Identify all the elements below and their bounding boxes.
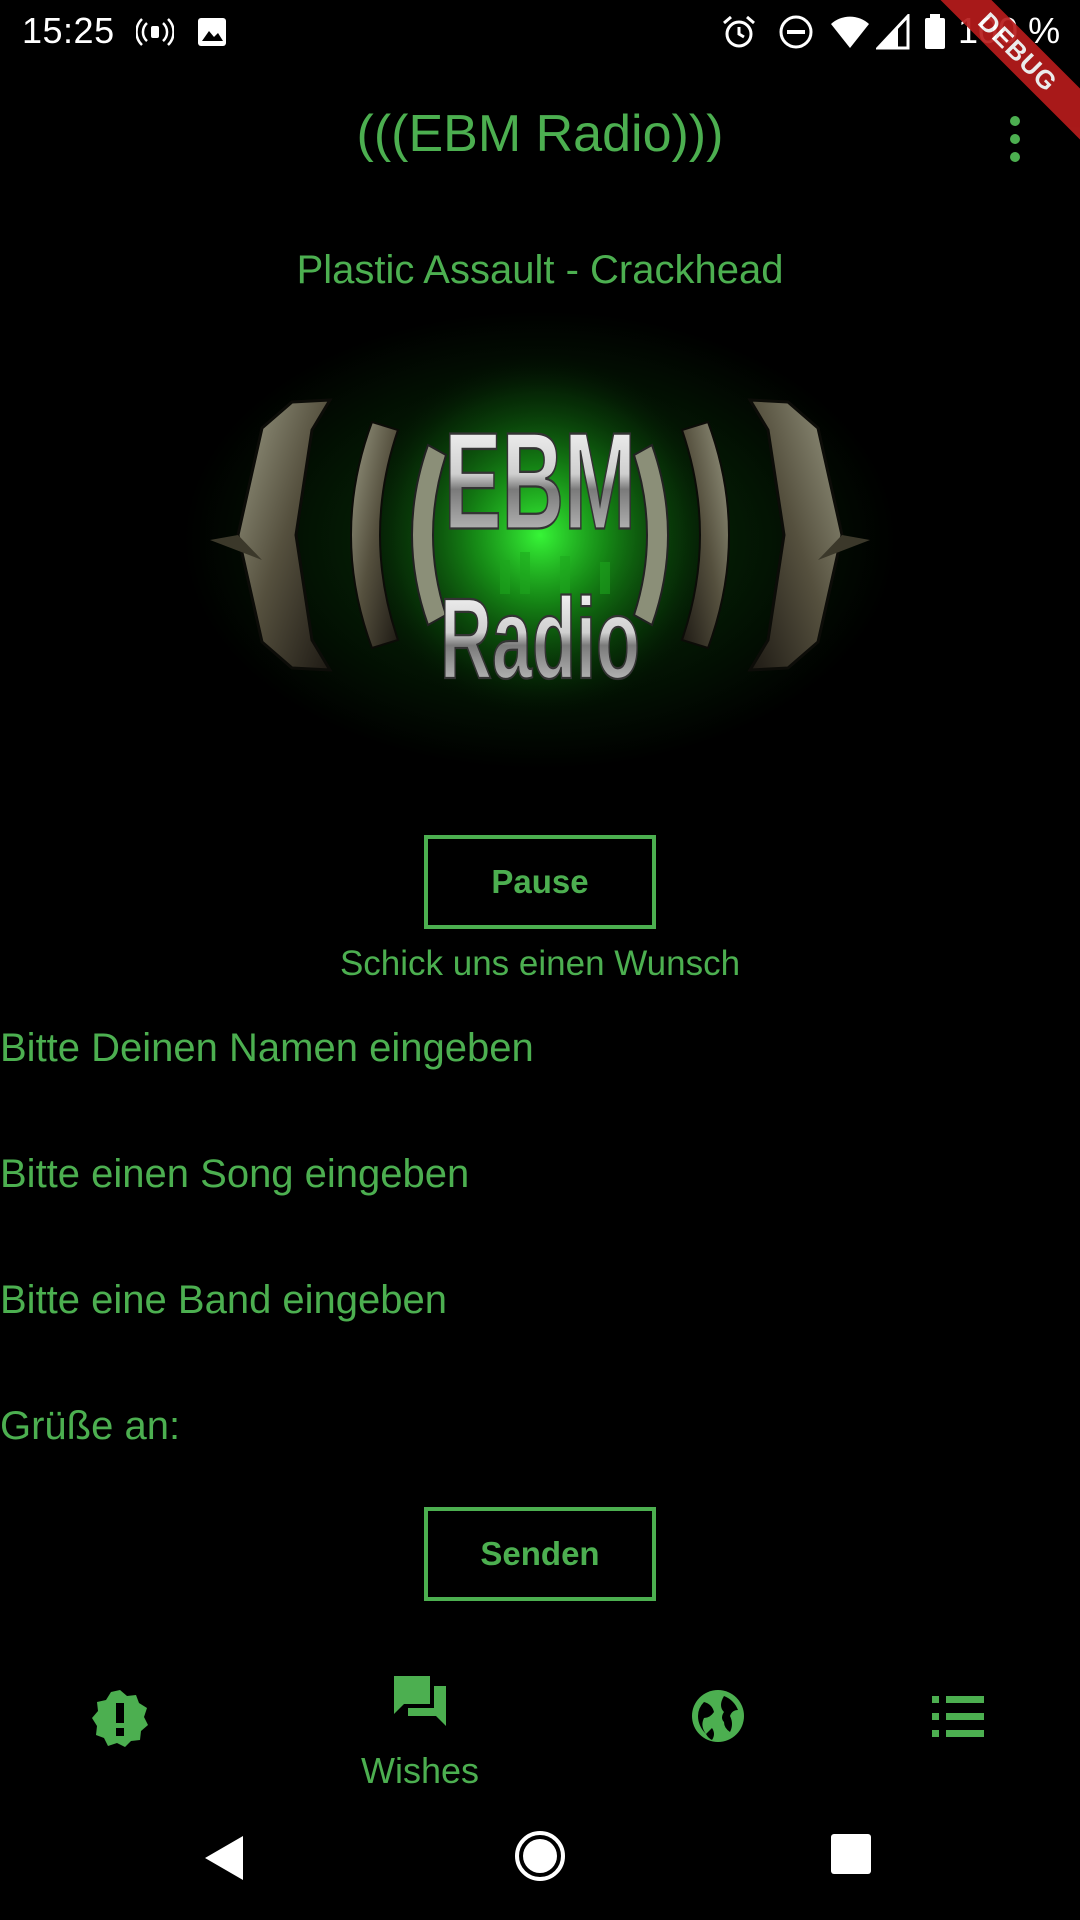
list-icon — [932, 1696, 984, 1737]
status-time: 15:25 — [22, 10, 115, 51]
nav-label-wishes: Wishes — [360, 1750, 480, 1791]
logo-text-top: EBM — [444, 405, 636, 558]
logo-text-bottom: Radio — [440, 575, 640, 703]
nav-item-wishes[interactable]: Wishes — [300, 1640, 540, 1791]
send-button[interactable]: Senden — [424, 1507, 656, 1601]
more-vert-icon[interactable] — [990, 112, 1040, 172]
alert-badge-icon — [92, 1690, 148, 1747]
wifi-icon — [831, 16, 869, 48]
bottom-navigation: Wishes — [0, 1640, 1080, 1791]
back-icon[interactable] — [203, 1834, 245, 1882]
song-field[interactable]: Bitte einen Song eingeben — [0, 1152, 1080, 1197]
wish-heading: Schick uns einen Wunsch — [339, 944, 741, 983]
app-title: (((EBM Radio))) — [356, 105, 724, 163]
system-navigation-bar — [0, 1790, 1080, 1920]
band-field[interactable]: Bitte eine Band eingeben — [0, 1278, 1080, 1323]
battery-percent: 100 % — [958, 10, 1061, 51]
now-playing-title: Plastic Assault - Crackhead — [296, 248, 784, 292]
nav-item-list[interactable] — [840, 1640, 1080, 1790]
alarm-icon — [723, 15, 755, 48]
do-not-disturb-icon — [779, 15, 813, 49]
station-logo: EBM Radio — [0, 310, 1080, 845]
cell-signal-icon — [876, 14, 910, 50]
image-icon — [198, 18, 226, 46]
nav-item-alerts[interactable] — [0, 1640, 240, 1790]
forum-icon — [394, 1676, 446, 1726]
home-icon[interactable] — [514, 1830, 566, 1882]
pause-button[interactable]: Pause — [424, 835, 656, 929]
status-bar: 15:25 100 % — [0, 0, 1080, 64]
recents-icon[interactable] — [830, 1833, 872, 1875]
name-field[interactable]: Bitte Deinen Namen eingeben — [0, 1026, 1080, 1071]
battery-icon — [925, 14, 945, 49]
greetings-field[interactable]: Grüße an: — [0, 1404, 1080, 1449]
globe-icon — [692, 1690, 744, 1742]
nav-item-web[interactable] — [600, 1640, 840, 1790]
nfc-signal-icon — [136, 18, 174, 46]
